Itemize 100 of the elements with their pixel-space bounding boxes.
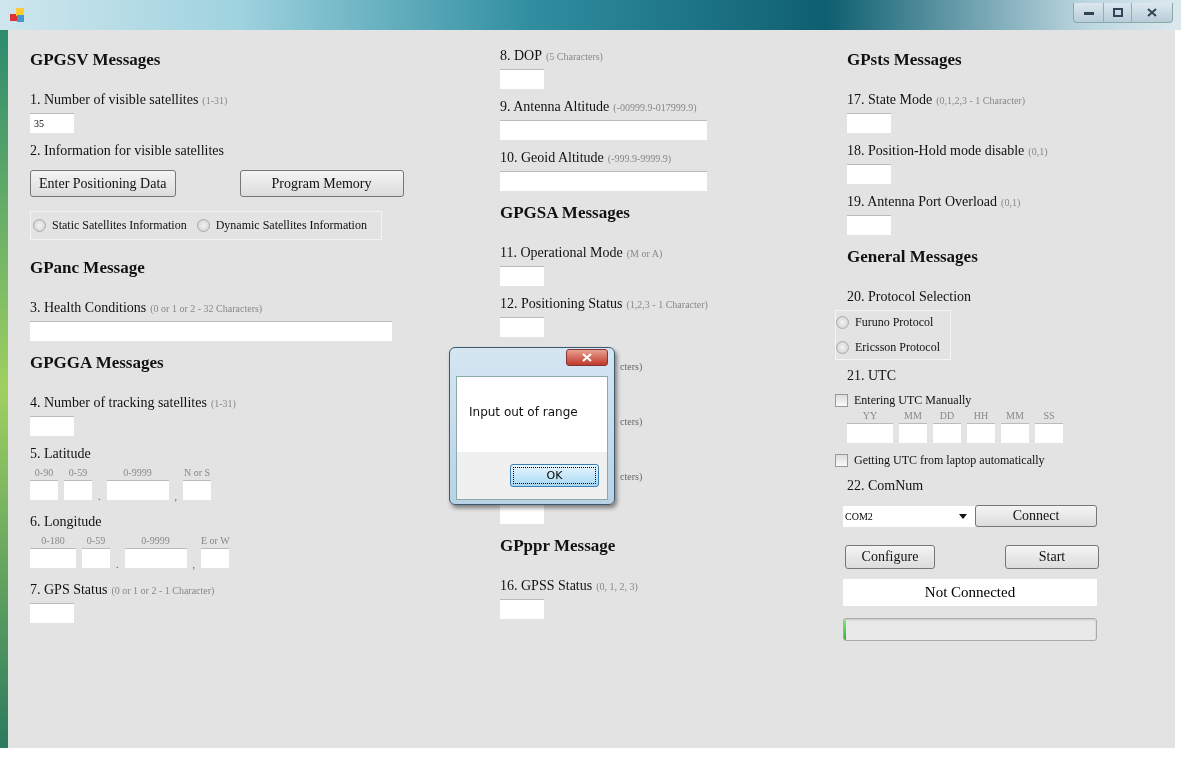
input-field[interactable] bbox=[30, 480, 58, 500]
input-field[interactable] bbox=[30, 321, 392, 341]
action-button[interactable]: Program Memory bbox=[239, 170, 404, 197]
field-label: 16. GPSS Status (0, 1, 2, 3) bbox=[500, 578, 638, 594]
section-heading: General Messages bbox=[847, 247, 978, 267]
radio-button[interactable] bbox=[836, 316, 849, 329]
field-hint: 0-59 bbox=[68, 467, 88, 478]
option-label[interactable]: Static Satellites Information bbox=[52, 218, 187, 233]
field-hint: 0-9999 bbox=[123, 467, 152, 478]
field-label: 9. Antenna Altitude (-00999.9-017999.9) bbox=[500, 99, 697, 115]
input-field[interactable] bbox=[847, 215, 891, 235]
input-field[interactable] bbox=[30, 548, 76, 568]
dropdown-value: COM2 bbox=[845, 510, 873, 522]
input-field[interactable] bbox=[967, 423, 995, 443]
dialog-message: Input out of range bbox=[468, 404, 579, 421]
section-heading: GPGGA Messages bbox=[30, 353, 164, 373]
input-field[interactable] bbox=[201, 548, 230, 568]
ok-button[interactable]: OK bbox=[510, 464, 599, 487]
input-field[interactable] bbox=[82, 548, 110, 568]
input-field[interactable] bbox=[30, 416, 74, 436]
input-field[interactable] bbox=[500, 599, 544, 619]
radio-button[interactable] bbox=[196, 219, 210, 232]
input-field[interactable] bbox=[500, 171, 707, 191]
field-label: 22. ComNum bbox=[847, 478, 924, 494]
connect-button[interactable]: Connect bbox=[975, 505, 1097, 527]
field-hint: 0-9999 bbox=[141, 535, 170, 546]
section-heading: GPppr Message bbox=[500, 536, 616, 556]
field-label: 1. Number of visible satellites (1-31) bbox=[30, 92, 228, 108]
separator: , bbox=[192, 559, 195, 570]
field-hint: DD bbox=[939, 410, 955, 421]
field-label: 7. GPS Status (0 or 1 or 2 - 1 Character) bbox=[30, 582, 215, 598]
input-field[interactable] bbox=[847, 164, 891, 184]
section-heading: GPGSA Messages bbox=[500, 203, 630, 223]
field-hint: N or S bbox=[183, 467, 211, 478]
option-label[interactable]: Ericsson Protocol bbox=[855, 340, 940, 355]
field-label: 4. Number of tracking satellites (1-31) bbox=[30, 395, 236, 411]
maximize-icon bbox=[1112, 8, 1123, 17]
field-hint: 0-59 bbox=[86, 535, 106, 546]
field-label: 11. Operational Mode (M or A) bbox=[500, 245, 663, 261]
input-field[interactable] bbox=[106, 480, 169, 500]
field-hint: MM bbox=[904, 410, 922, 421]
field-label: 19. Antenna Port Overload (0,1) bbox=[847, 194, 1021, 210]
field-hint: MM bbox=[1006, 410, 1024, 421]
action-button[interactable]: Enter Positioning Data bbox=[30, 170, 176, 197]
field-label: 12. Positioning Status (1,2,3 - 1 Character) bbox=[500, 296, 708, 312]
input-field[interactable] bbox=[500, 69, 544, 89]
input-field[interactable] bbox=[500, 266, 544, 286]
field-label: 3. Health Conditions (0 or 1 or 2 - 32 Characters) bbox=[30, 300, 263, 316]
field-hint: cters) bbox=[620, 361, 643, 372]
section-heading: GPanc Message bbox=[30, 258, 145, 278]
section-heading: GPsts Messages bbox=[847, 50, 962, 70]
option-label[interactable]: Furuno Protocol bbox=[855, 315, 934, 330]
checkbox[interactable] bbox=[835, 394, 848, 407]
app-icon bbox=[10, 8, 24, 22]
radio-button[interactable] bbox=[33, 219, 46, 232]
field-label: 5. Latitude bbox=[30, 446, 91, 462]
field-hint: HH bbox=[973, 410, 989, 421]
close-icon bbox=[1147, 8, 1157, 17]
radio-button[interactable] bbox=[836, 341, 849, 354]
field-label: 2. Information for visible satellites bbox=[30, 143, 224, 159]
minimize-icon bbox=[1083, 10, 1094, 15]
dialog-close-button[interactable] bbox=[566, 349, 608, 366]
checkbox[interactable] bbox=[835, 454, 848, 467]
field-label: 8. DOP (5 Characters) bbox=[500, 48, 603, 64]
input-field[interactable] bbox=[500, 120, 707, 140]
separator: . bbox=[98, 491, 101, 502]
field-hint: 0-180 bbox=[41, 535, 65, 546]
field-hint: E or W bbox=[201, 535, 230, 546]
close-icon bbox=[582, 353, 592, 362]
field-label: 21. UTC bbox=[847, 368, 896, 384]
checkbox-label[interactable]: Entering UTC Manually bbox=[854, 393, 972, 408]
port-dropdown[interactable]: COM2 bbox=[843, 505, 975, 527]
input-field[interactable] bbox=[847, 423, 893, 443]
checkbox-label[interactable]: Getting UTC from laptop automatically bbox=[854, 453, 1045, 468]
field-label: 10. Geoid Altitude (-999.9-9999.9) bbox=[500, 150, 672, 166]
section-heading: GPGSV Messages bbox=[30, 50, 161, 70]
input-field[interactable] bbox=[30, 603, 74, 623]
field-hint: 0-90 bbox=[34, 467, 54, 478]
action-button[interactable]: Configure bbox=[845, 545, 935, 569]
input-field[interactable] bbox=[1001, 423, 1029, 443]
input-field[interactable] bbox=[1035, 423, 1063, 443]
status-display: Not Connected bbox=[843, 579, 1097, 606]
input-field[interactable] bbox=[933, 423, 961, 443]
input-field[interactable] bbox=[500, 317, 544, 337]
input-field[interactable]: 35 bbox=[30, 113, 74, 133]
action-button[interactable]: Start bbox=[1005, 545, 1099, 569]
input-field[interactable] bbox=[64, 480, 92, 500]
input-field[interactable] bbox=[847, 113, 891, 133]
option-label[interactable]: Dynamic Satellites Information bbox=[215, 218, 367, 233]
field-label: 17. State Mode (0,1,2,3 - 1 Character) bbox=[847, 92, 1025, 108]
input-field[interactable] bbox=[124, 548, 187, 568]
separator: . bbox=[116, 559, 119, 570]
field-hint: YY bbox=[862, 410, 878, 421]
separator: , bbox=[174, 491, 177, 502]
input-field[interactable] bbox=[899, 423, 927, 443]
field-hint: cters) bbox=[620, 416, 643, 427]
caret-icon bbox=[959, 513, 967, 519]
input-field[interactable] bbox=[500, 504, 544, 524]
input-field[interactable] bbox=[183, 480, 211, 500]
field-hint: cters) bbox=[620, 471, 643, 482]
